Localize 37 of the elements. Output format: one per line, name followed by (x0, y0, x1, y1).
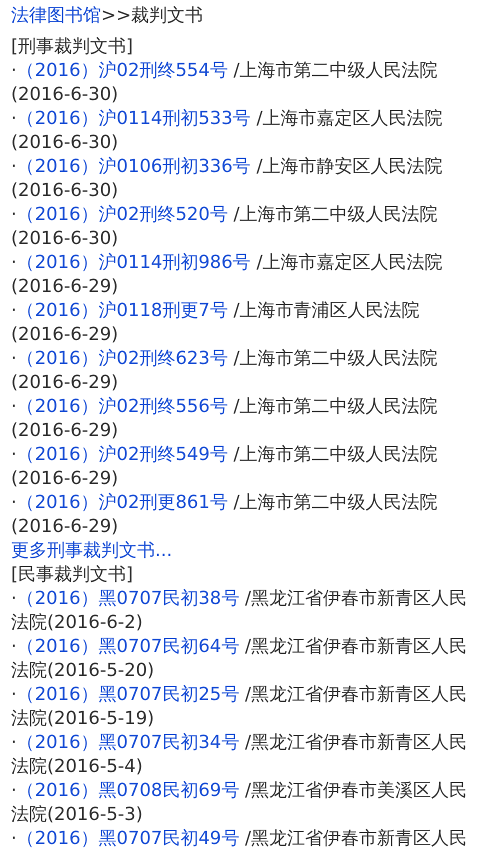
case-link[interactable]: （2016）黑0708民初69号 (16, 780, 240, 801)
case-entry: ·（2016）黑0707民初34号 /黑龙江省伊春市新青区人民法院(2016-5-4) (11, 731, 468, 779)
case-entry: ·（2016）黑0707民初64号 /黑龙江省伊春市新青区人民法院(2016-5-20) (11, 635, 468, 683)
case-entry: ·（2016）黑0708民初69号 /黑龙江省伊春市美溪区人民法院(2016-5-3) (11, 779, 468, 827)
case-entry: ·（2016）沪0106刑初336号 /上海市静安区人民法院 (2016-6-30) (11, 155, 444, 203)
case-link[interactable]: （2016）沪02刑更861号 (16, 492, 228, 513)
case-entry: ·（2016）沪02刑终520号 /上海市第二中级人民法院 (2016-6-30) (11, 203, 439, 251)
case-link[interactable]: （2016）黑0707民初38号 (16, 588, 240, 609)
case-link[interactable]: （2016）沪02刑终549号 (16, 444, 228, 465)
case-link[interactable]: （2016）沪02刑终623号 (16, 348, 228, 369)
case-link[interactable]: （2016）沪02刑终556号 (16, 396, 228, 417)
section-heading: [民事裁判文书] (11, 564, 134, 585)
case-entry: ·（2016）沪02刑终556号 /上海市第二中级人民法院 (2016-6-29) (11, 395, 439, 443)
case-entry: ·（2016）黑0707民初25号 /黑龙江省伊春市新青区人民法院(2016-5-19) (11, 683, 468, 731)
case-entry: ·（2016）沪02刑更861号 /上海市第二中级人民法院 (2016-6-29) (11, 491, 439, 539)
case-entry: ·（2016）黑0707民初38号 /黑龙江省伊春市新青区人民法院(2016-6-2) (11, 587, 468, 635)
case-link[interactable]: （2016）黑0707民初25号 (16, 684, 240, 705)
case-link[interactable]: （2016）沪02刑终520号 (16, 204, 228, 225)
case-link[interactable]: （2016）沪0114刑初533号 (16, 108, 251, 129)
case-entry: ·（2016）沪02刑终549号 /上海市第二中级人民法院 (2016-6-29) (11, 443, 439, 491)
case-entry: ·（2016）沪0114刑初986号 /上海市嘉定区人民法院 (2016-6-29) (11, 251, 444, 299)
more-link[interactable]: 更多刑事裁判文书... (11, 540, 172, 561)
home-link[interactable]: 法律图书馆 (11, 5, 101, 26)
case-link[interactable]: （2016）黑0707民初49号 (16, 828, 240, 849)
case-link[interactable]: （2016）沪02刑终554号 (16, 60, 228, 81)
case-link[interactable]: （2016）黑0707民初64号 (16, 636, 240, 657)
case-entry: ·（2016）沪02刑终623号 /上海市第二中级人民法院 (2016-6-29) (11, 347, 439, 395)
section-heading: [刑事裁判文书] (11, 36, 134, 57)
case-entry: ·（2016）沪02刑终554号 /上海市第二中级人民法院 (2016-6-30) (11, 59, 439, 107)
case-link[interactable]: （2016）黑0707民初34号 (16, 732, 240, 753)
case-link[interactable]: （2016）沪0114刑初986号 (16, 252, 251, 273)
case-entry: ·（2016）黑0707民初49号 /黑龙江省伊春市新青区人民 (11, 827, 468, 851)
case-entry: ·（2016）沪0114刑初533号 /上海市嘉定区人民法院 (2016-6-30) (11, 107, 444, 155)
case-link[interactable]: （2016）沪0118刑更7号 (16, 300, 228, 321)
case-link[interactable]: （2016）沪0106刑初336号 (16, 156, 251, 177)
breadcrumb-current: >>裁判文书 (101, 5, 204, 26)
case-entry: ·（2016）沪0118刑更7号 /上海市青浦区人民法院 (2016-6-29) (11, 299, 421, 347)
